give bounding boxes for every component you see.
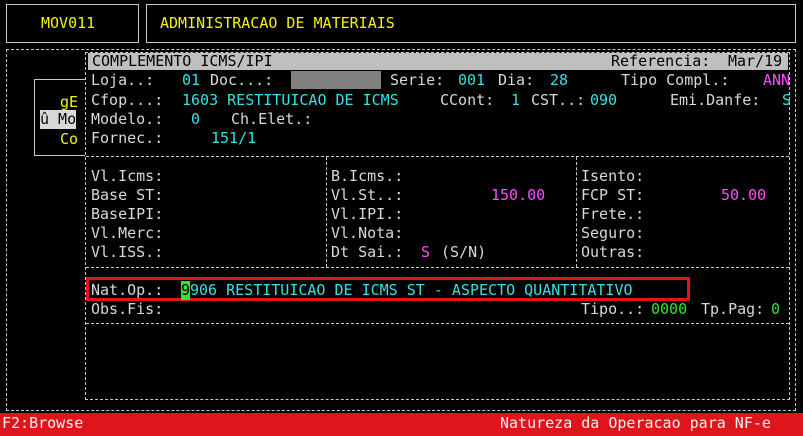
modelo-value[interactable]: 0: [191, 110, 200, 129]
status-left-f2-browse[interactable]: F2:Browse: [2, 414, 83, 433]
dia-label: Dia:: [498, 71, 535, 89]
vl-iss-label: Vl.ISS.:: [91, 243, 164, 261]
cfop-label: Cfop...:: [91, 91, 164, 109]
status-right-help: Natureza da Operacao para NF-e: [500, 414, 771, 432]
natop-cursor[interactable]: 9: [181, 281, 191, 300]
base-st-label: Base ST:: [91, 186, 164, 204]
reference-value: Mar/19: [728, 52, 783, 70]
vl-merc-label: Vl.Merc:: [91, 224, 164, 242]
vl-ipi-label: Vl.IPI.:: [331, 205, 404, 223]
separator-top: [86, 156, 789, 157]
frete-label: Frete.:: [581, 205, 645, 223]
dia-value[interactable]: 28: [550, 71, 568, 90]
tipo-compl-value[interactable]: ANN: [763, 71, 790, 90]
fcp-st-value[interactable]: 50.00: [721, 186, 766, 205]
separator-bottom: [86, 323, 789, 324]
cfop-value[interactable]: 1603 RESTITUICAO DE ICMS: [182, 91, 399, 110]
vl-nota-label: Vl.Nota:: [331, 224, 404, 242]
vl-st-value[interactable]: 150.00: [491, 186, 545, 205]
dt-sai-hint: (S/N): [441, 243, 487, 261]
dt-sai-label: Dt Sai.:: [331, 243, 404, 261]
background-menu-item-3[interactable]: Co: [60, 130, 78, 149]
module-title: ADMINISTRACAO DE MATERIAIS: [160, 14, 395, 32]
doc-field[interactable]: [291, 71, 381, 89]
tp-pag-value[interactable]: 0: [771, 300, 780, 319]
separator-middle: [86, 267, 789, 268]
obs-fis-label: Obs.Fis:: [91, 300, 164, 318]
baseipi-label: BaseIPI:: [91, 205, 164, 223]
tipo-label: Tipo..:: [581, 300, 645, 318]
isento-label: Isento:: [581, 167, 645, 185]
loja-label: Loja..:: [91, 71, 155, 89]
fornec-value[interactable]: 151/1: [211, 129, 256, 148]
cst-label: CST..:: [531, 91, 586, 109]
tipo-compl-label: Tipo Compl.:: [621, 71, 730, 89]
column-divider-1: [326, 157, 327, 267]
vl-st-label: Vl.St..:: [331, 186, 404, 204]
doc-label: Doc...:: [210, 71, 274, 89]
loja-value[interactable]: 01: [182, 71, 200, 90]
natop-label: Nat.Op.:: [91, 281, 164, 299]
emi-danfe-value[interactable]: S: [782, 91, 791, 110]
background-menu-item-2-selected[interactable]: û Mo: [40, 110, 77, 129]
vl-icms-label: Vl.Icms:: [91, 167, 164, 185]
modelo-label: Modelo.:: [91, 110, 164, 128]
emi-danfe-label: Emi.Danfe:: [670, 91, 761, 109]
program-code: MOV011: [41, 14, 96, 32]
outras-label: Outras:: [581, 243, 645, 261]
dialog-title: COMPLEMENTO ICMS/IPI: [92, 52, 273, 70]
ccont-label: CCont:: [440, 91, 495, 109]
cst-value[interactable]: 090: [590, 91, 617, 110]
fcp-st-label: FCP ST:: [581, 186, 645, 204]
b-icms-label: B.Icms.:: [331, 167, 404, 185]
ccont-value[interactable]: 1: [511, 91, 520, 110]
serie-label: Serie:: [390, 71, 445, 89]
reference-label: Referencia:: [611, 52, 711, 70]
ch-elet-label: Ch.Elet.:: [231, 110, 313, 128]
tp-pag-label: Tp.Pag:: [701, 300, 765, 318]
serie-value[interactable]: 001: [458, 71, 485, 90]
seguro-label: Seguro:: [581, 224, 645, 242]
natop-value[interactable]: 906 RESTITUICAO DE ICMS ST - ASPECTO QUA…: [190, 281, 633, 300]
fornec-label: Fornec.:: [91, 129, 164, 147]
dt-sai-value[interactable]: S: [421, 243, 430, 262]
tipo-value[interactable]: 0000: [651, 300, 687, 319]
column-divider-2: [576, 157, 577, 267]
